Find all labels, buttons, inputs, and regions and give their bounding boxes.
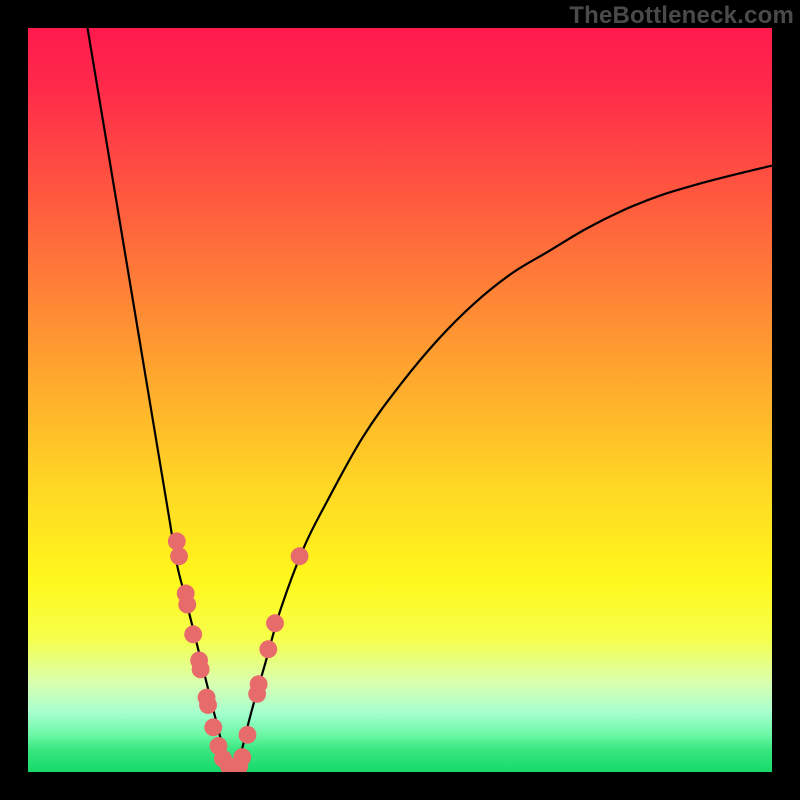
marker-dot — [239, 726, 257, 744]
marker-dot — [170, 547, 188, 565]
marker-dot — [291, 547, 309, 565]
marker-dot — [259, 640, 277, 658]
marker-dot — [192, 660, 210, 678]
chart-svg — [28, 28, 772, 772]
marker-dot — [250, 675, 268, 693]
marker-dot — [204, 718, 222, 736]
marker-dot — [178, 596, 196, 614]
plot-area — [28, 28, 772, 772]
marker-dot — [184, 625, 202, 643]
marker-dot — [266, 614, 284, 632]
chart-frame: TheBottleneck.com — [0, 0, 800, 800]
watermark-text: TheBottleneck.com — [569, 2, 794, 30]
marker-dots — [168, 532, 309, 772]
right-curve — [236, 166, 772, 772]
marker-dot — [233, 748, 251, 766]
marker-dot — [199, 696, 217, 714]
